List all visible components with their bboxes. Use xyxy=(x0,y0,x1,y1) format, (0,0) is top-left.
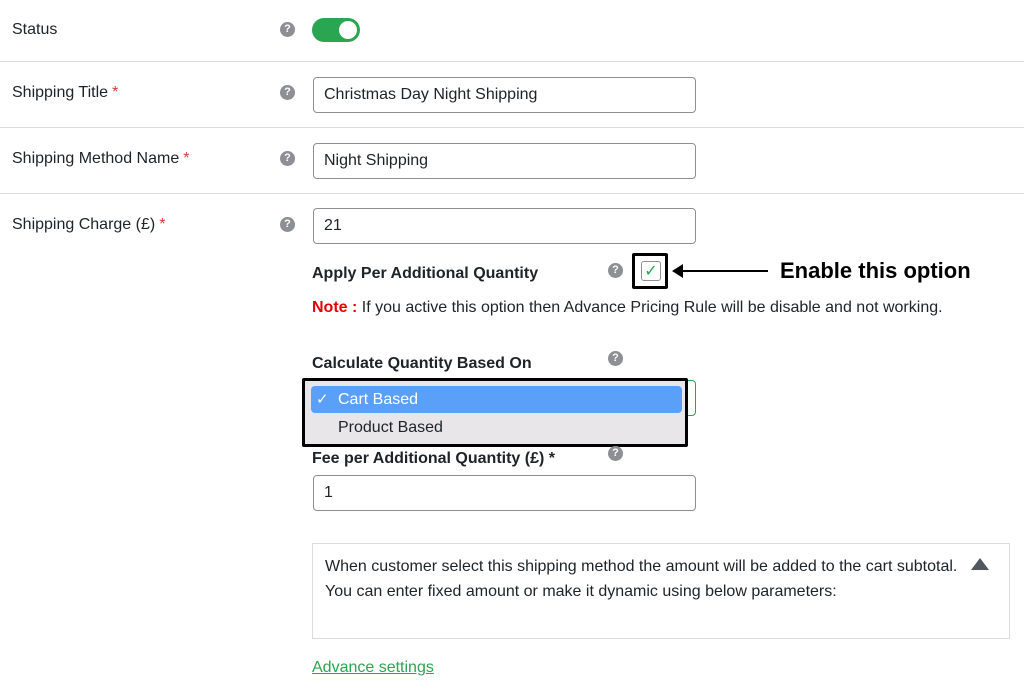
divider xyxy=(0,61,1024,62)
method-name-label: Shipping Method Name * xyxy=(12,150,190,167)
fee-per-quantity-input[interactable]: 1 xyxy=(313,475,696,511)
shipping-title-help-icon[interactable]: ? xyxy=(280,85,295,100)
divider xyxy=(0,193,1024,194)
status-help-icon[interactable]: ? xyxy=(280,22,295,37)
collapse-triangle-icon[interactable] xyxy=(971,558,989,570)
calc-quantity-help-icon[interactable]: ? xyxy=(608,351,623,366)
fee-per-quantity-help-icon[interactable]: ? xyxy=(608,446,623,461)
status-toggle[interactable] xyxy=(312,18,360,42)
note-body: If you active this option then Advance P… xyxy=(357,299,943,316)
calc-quantity-dropdown: ✓ Cart Based Product Based xyxy=(302,378,688,447)
option-product-based[interactable]: Product Based xyxy=(311,414,682,441)
info-text: When customer select this shipping metho… xyxy=(325,558,958,600)
toggle-knob xyxy=(339,21,357,39)
option-cart-based[interactable]: ✓ Cart Based xyxy=(311,386,682,413)
calc-quantity-label: Calculate Quantity Based On xyxy=(312,355,532,372)
method-name-help-icon[interactable]: ? xyxy=(280,151,295,166)
checkmark-icon: ✓ xyxy=(316,390,329,408)
apply-per-quantity-help-icon[interactable]: ? xyxy=(608,263,623,278)
annotation-text: Enable this option xyxy=(780,258,971,283)
divider xyxy=(0,127,1024,128)
apply-per-quantity-label: Apply Per Additional Quantity xyxy=(312,265,539,282)
method-name-input[interactable]: Night Shipping xyxy=(313,143,696,179)
note-prefix: Note : xyxy=(312,299,358,316)
fee-per-quantity-label: Fee per Additional Quantity (£) * xyxy=(312,450,555,467)
shipping-charge-input[interactable]: 21 xyxy=(313,208,696,244)
shipping-charge-help-icon[interactable]: ? xyxy=(280,217,295,232)
info-box: When customer select this shipping metho… xyxy=(312,543,1010,639)
status-label: Status xyxy=(12,21,58,38)
shipping-title-input[interactable]: Christmas Day Night Shipping xyxy=(313,77,696,113)
note-text: Note : If you active this option then Ad… xyxy=(312,299,943,317)
shipping-charge-label: Shipping Charge (£) * xyxy=(12,216,166,233)
checkbox-highlight-box xyxy=(632,253,668,289)
shipping-title-label: Shipping Title * xyxy=(12,84,119,101)
advance-settings-link[interactable]: Advance settings xyxy=(312,659,434,677)
annotation-arrow-head xyxy=(672,264,683,278)
annotation-arrow-line xyxy=(680,270,768,272)
